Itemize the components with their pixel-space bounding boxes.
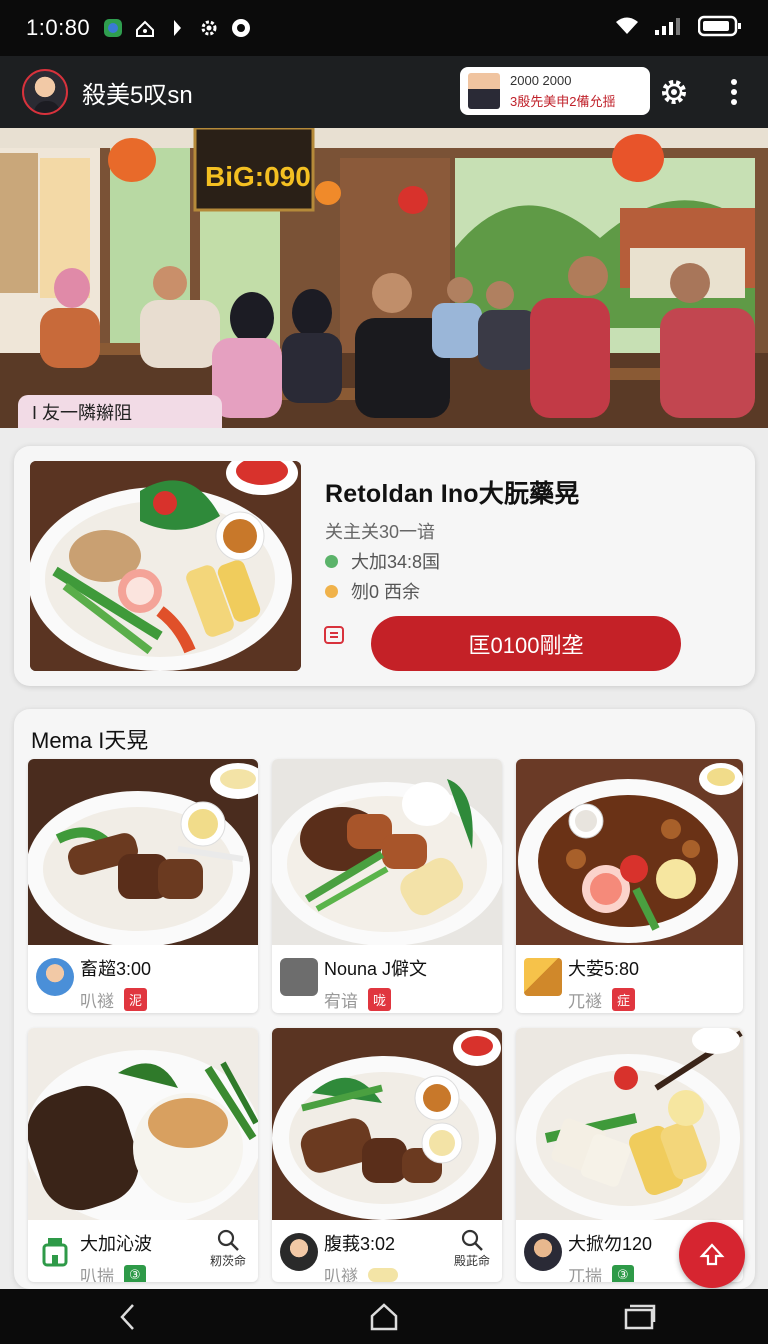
featured-card[interactable]: Retoldan Ino大朊藥晃 关主关30一谙 大加34:8国 刎0 西余 匡…: [14, 446, 755, 686]
dish-image: [516, 1028, 743, 1220]
dish-tag: 症: [612, 988, 636, 1011]
arrow-up-icon: [699, 1243, 725, 1266]
hero-image: BiG:090 I 友一隣辮阻: [0, 128, 768, 428]
app-title: 殺美5叹ѕn: [82, 81, 193, 109]
dish-avatar: [524, 1233, 562, 1271]
hero-tag[interactable]: I 友一隣辮阻: [18, 395, 222, 428]
record-icon: [230, 17, 252, 39]
status-bar: 1:0:80: [0, 0, 768, 56]
order-button[interactable]: 匡0100剛垄: [371, 616, 681, 671]
recents-icon: [624, 1304, 656, 1329]
dish-image: [272, 759, 502, 945]
menu-section: Mema I天晃 畜趦3:00 叭禭泥 Nouna J僻文 宥谙 咙 大荌5:8…: [14, 709, 755, 1289]
dish-meta: 兀揣: [568, 1267, 602, 1282]
featured-info-row: 大加34:8国: [325, 548, 440, 574]
more-vertical-icon: [731, 79, 737, 105]
search-icon: [217, 1229, 239, 1251]
promo-line-2: 3殷先美申2備允揺: [510, 93, 616, 109]
status-time: 1:0:80: [26, 15, 91, 40]
dish-image: [28, 759, 258, 945]
dish-tag: ③: [124, 1264, 146, 1282]
dish-avatar: [280, 1233, 318, 1271]
yellow-dot-icon: [325, 584, 338, 598]
dish-search-action[interactable]: 籾茨命: [210, 1228, 246, 1269]
dish-avatar: [524, 958, 562, 996]
avatar[interactable]: [22, 69, 68, 115]
dish-action-label: 殿茈命: [453, 1254, 490, 1268]
store-icon: [42, 1238, 68, 1267]
dish-tag: [368, 1267, 398, 1282]
promo-thumbnail: [468, 73, 500, 109]
recents-button[interactable]: [610, 1297, 670, 1337]
dish-meta: 叭禭: [324, 1267, 358, 1282]
dish-meta: 兀禭: [568, 992, 602, 1011]
dish-name: Nouna J僻文: [324, 959, 428, 979]
dish-meta: 宥谙: [324, 992, 358, 1011]
wifi-icon: [614, 16, 640, 41]
hero-sign-text: BiG:090: [205, 161, 311, 192]
dish-card[interactable]: 畜趦3:00 叭禭泥: [28, 759, 258, 1013]
dish-name: 畜趦3:00: [80, 959, 152, 979]
dish-card[interactable]: 大加沁波 叭揣 ③ 籾茨命: [28, 1028, 258, 1282]
featured-info-row: 刎0 西余: [325, 578, 420, 604]
dish-card[interactable]: 腹莪3:02 叭禭 殿茈命: [272, 1028, 502, 1282]
menu-title: Mema I天晃: [31, 728, 149, 753]
dish-meta: 叭揣: [80, 1267, 114, 1282]
more-options-button[interactable]: [716, 74, 752, 110]
home-icon: [370, 1302, 398, 1330]
dish-image: [272, 1028, 502, 1220]
dish-image: [28, 1028, 258, 1220]
dish-action-label: 籾茨命: [209, 1254, 246, 1268]
back-button[interactable]: [98, 1297, 158, 1337]
featured-dish-image: [30, 461, 301, 671]
gear-icon: [662, 80, 686, 104]
system-nav-bar: [0, 1289, 768, 1344]
search-icon: [461, 1229, 483, 1251]
dish-meta: 叭禭: [80, 992, 114, 1011]
featured-subtitle: 关主关30一谙: [325, 522, 436, 542]
promo-card[interactable]: 2000 2000 3殷先美申2備允揺: [460, 67, 650, 115]
green-dot-icon: [325, 554, 338, 568]
promo-line-1: 2000 2000: [510, 72, 572, 88]
cast-icon: [134, 17, 156, 39]
app-header: 殺美5叹ѕn 2000 2000 3殷先美申2備允揺: [0, 56, 768, 128]
scroll-top-button[interactable]: [679, 1222, 745, 1288]
signal-icon: [654, 16, 684, 41]
dish-image: [516, 759, 743, 945]
back-icon: [120, 1303, 134, 1330]
app-notification-icon: [102, 17, 124, 39]
settings-status-icon: [198, 17, 220, 39]
featured-title: Retoldan Ino大朊藥晃: [325, 480, 580, 508]
dish-search-action[interactable]: 殿茈命: [454, 1228, 490, 1269]
dish-tag: 泥: [124, 988, 148, 1011]
dish-card[interactable]: 大荌5:80 兀禭症: [516, 759, 743, 1013]
dish-tag: 咙: [368, 988, 392, 1011]
dish-avatar: [36, 1233, 74, 1271]
dish-tag: ③: [612, 1264, 634, 1282]
restaurant-scene-illustration: BiG:090: [0, 128, 768, 428]
arrow-icon: [166, 17, 188, 39]
ticket-icon[interactable]: [324, 626, 344, 644]
dish-avatar: [280, 958, 318, 996]
battery-icon: [697, 15, 742, 42]
dish-name: 大荌5:80: [568, 959, 640, 979]
home-button[interactable]: [354, 1297, 414, 1337]
featured-info-text: 大加34:8国: [351, 552, 441, 572]
settings-button[interactable]: [656, 74, 692, 110]
featured-info-text: 刎0 西余: [351, 582, 421, 602]
dish-card[interactable]: Nouna J僻文 宥谙咙: [272, 759, 502, 1013]
dish-avatar: [36, 958, 74, 996]
